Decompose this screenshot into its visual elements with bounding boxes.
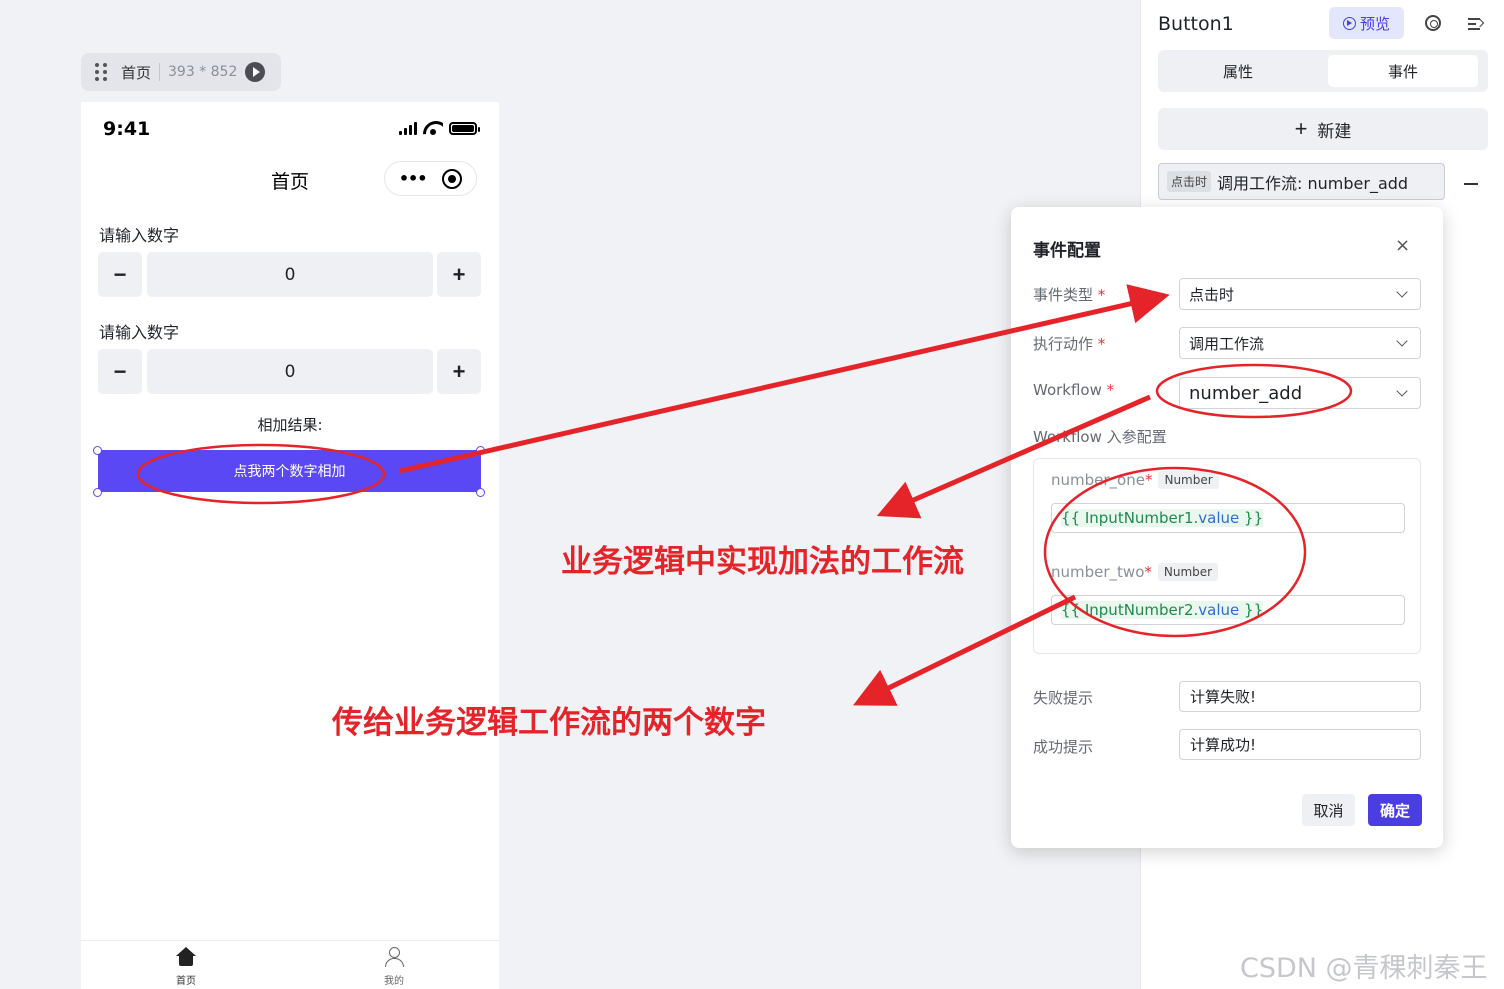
annotation-ellipse [1043, 466, 1307, 638]
annotation-text-params: 传给业务逻辑工作流的两个数字 [332, 705, 766, 741]
annotation-ellipse [136, 443, 386, 505]
annotation-overlay [136, 284, 1353, 706]
watermark: CSDN @青稞刺秦王 [1240, 953, 1488, 984]
annotation-text-workflow: 业务逻辑中实现加法的工作流 [561, 544, 964, 580]
annotation-ellipse [1155, 363, 1353, 419]
annotation-arrow [876, 394, 1151, 519]
annotation-arrow [853, 594, 1077, 706]
